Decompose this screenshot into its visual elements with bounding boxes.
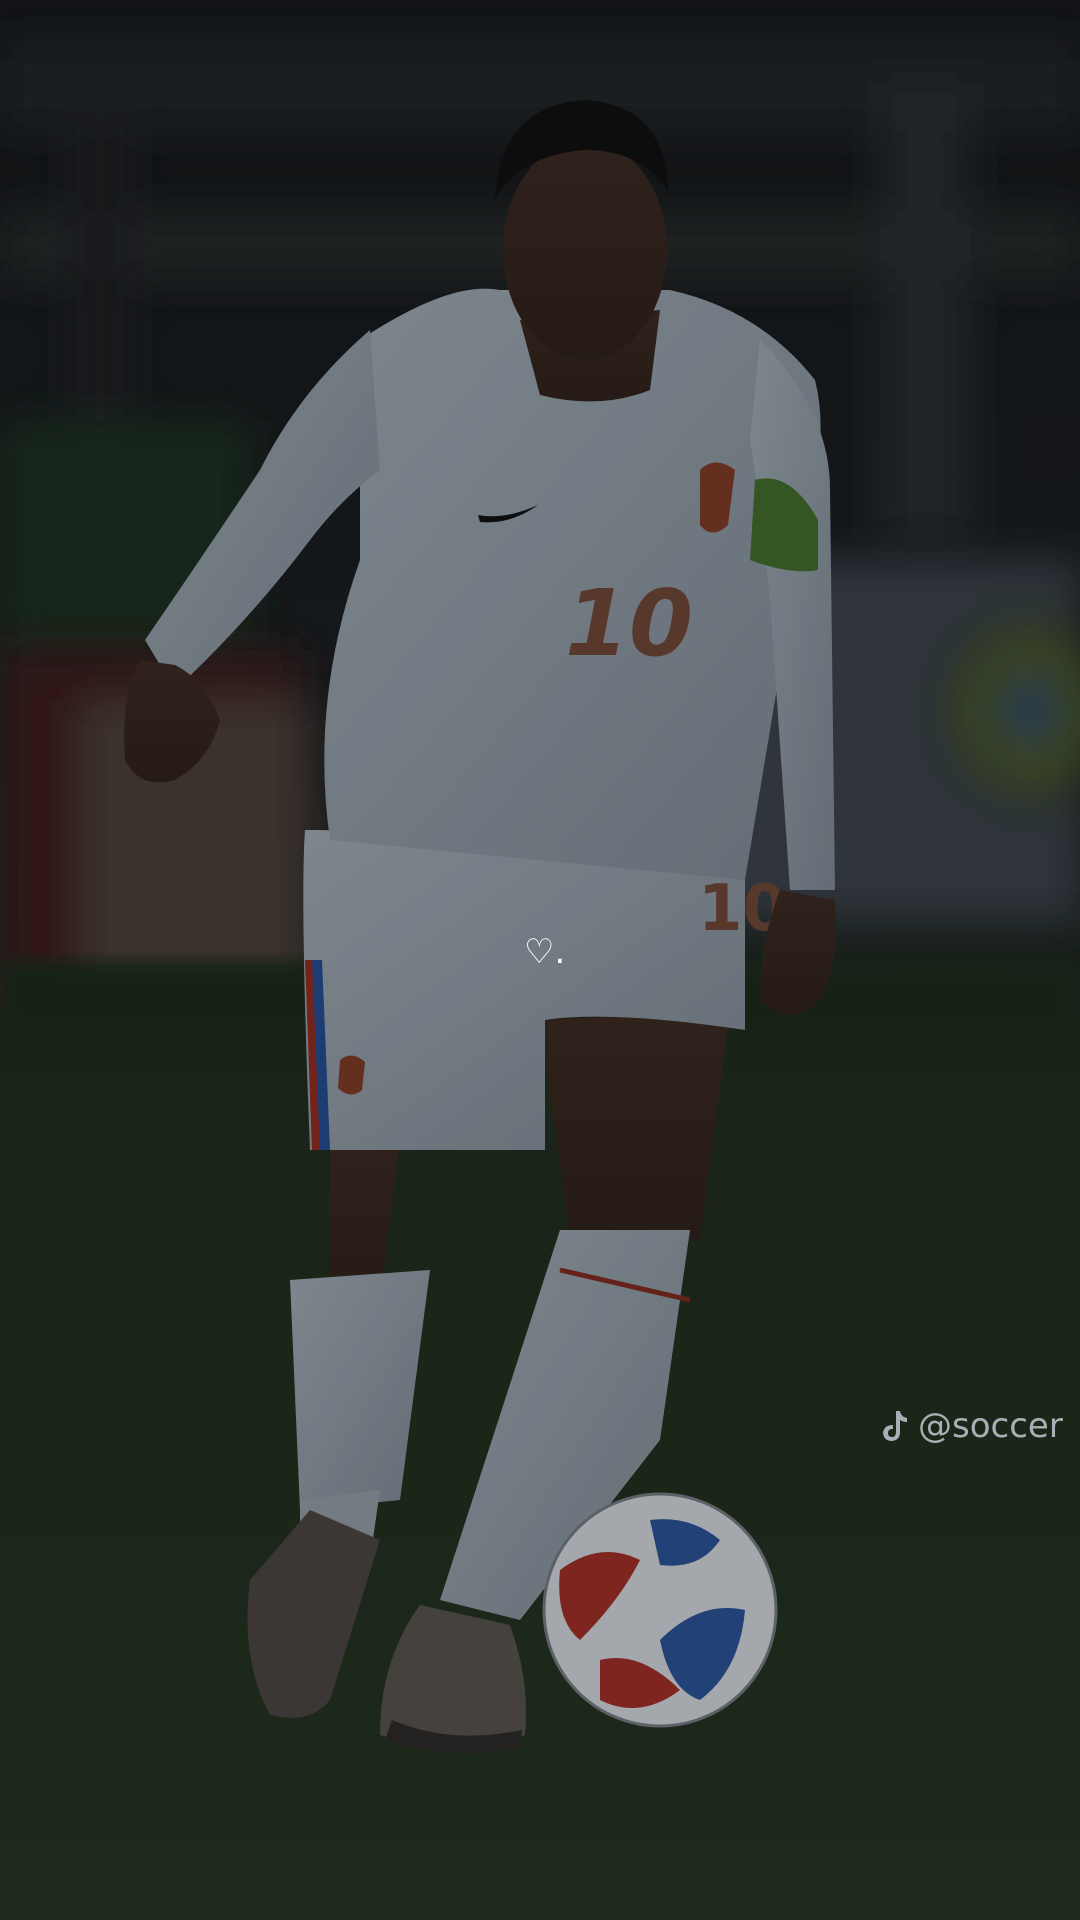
tiktok-watermark: @soccer [878, 1404, 1063, 1448]
heart-caption: ♡. [524, 932, 566, 972]
tiktok-icon [883, 1411, 907, 1441]
video-frame: 10 10 ♡. @soccer [0, 0, 1080, 1920]
svg-text:10: 10 [565, 570, 693, 677]
football [542, 1492, 778, 1728]
watermark-handle: @soccer [918, 1406, 1063, 1446]
